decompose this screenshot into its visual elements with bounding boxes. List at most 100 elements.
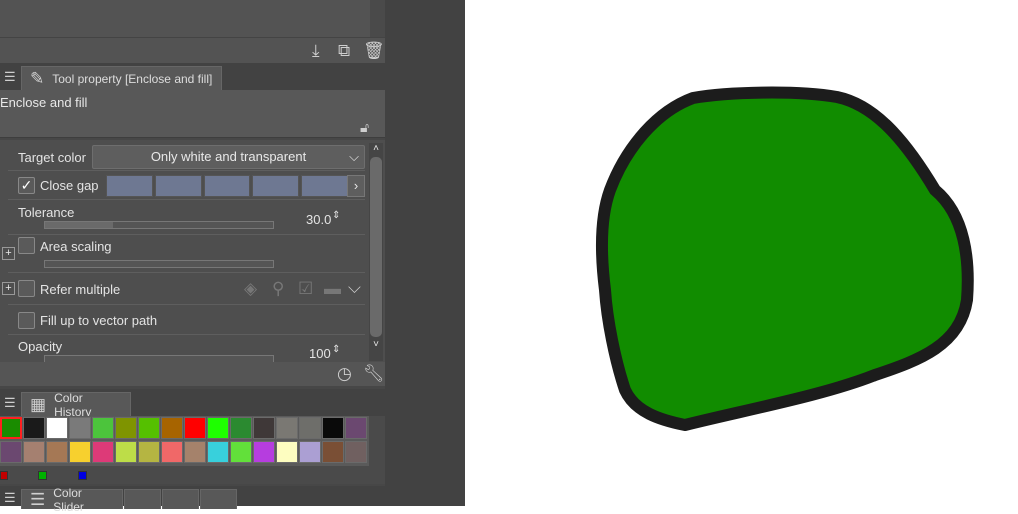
color-swatch[interactable] [322, 417, 344, 439]
tab-label: Color History [54, 391, 92, 419]
filled-region [596, 86, 974, 431]
gap-level-2[interactable] [154, 175, 202, 197]
area-scaling-slider[interactable] [44, 260, 274, 268]
menu-icon[interactable]: ☰ [4, 393, 16, 413]
unlock-icon[interactable]: 🔓︎ [360, 117, 369, 137]
color-swatch[interactable] [299, 417, 321, 439]
color-swatch[interactable] [138, 417, 160, 439]
close-gap-label: Close gap [40, 178, 99, 193]
color-swatch[interactable] [115, 417, 137, 439]
timer-icon[interactable]: ◷ [337, 364, 352, 384]
duplicate-icon[interactable]: ⧉ [338, 41, 350, 61]
expand-icon[interactable]: + [2, 282, 15, 295]
color-history-scrollbar[interactable] [369, 416, 385, 466]
properties-scrollbar[interactable]: ˄ ˅ [369, 143, 383, 361]
trash-icon[interactable]: 🗑 [363, 41, 385, 61]
color-swatch[interactable] [184, 417, 206, 439]
folder-icon[interactable]: ▬ [324, 279, 341, 299]
scrollbar-thumb[interactable] [370, 157, 382, 337]
tolerance-label: Tolerance [18, 205, 75, 220]
color-swatch[interactable] [322, 441, 344, 463]
spin-icon[interactable]: ⇕ [332, 210, 340, 221]
rgb-indicator-row [0, 466, 385, 484]
color-swatch[interactable] [207, 417, 229, 439]
wrench-icon[interactable]: 🔧︎ [363, 364, 385, 384]
color-swatch[interactable] [69, 417, 91, 439]
color-swatch[interactable] [23, 441, 45, 463]
color-swatch[interactable] [92, 417, 114, 439]
tolerance-slider[interactable] [44, 221, 274, 229]
reference-layer-icon[interactable]: ⚲ [272, 279, 284, 299]
tab-color-set[interactable] [124, 489, 161, 509]
slider-icon: ☰ [30, 489, 46, 509]
color-swatch[interactable] [276, 417, 298, 439]
chevron-right-icon[interactable]: › [347, 175, 365, 197]
blue-indicator [78, 471, 87, 480]
spin-icon[interactable]: ⇕ [332, 344, 340, 355]
color-swatch[interactable] [46, 417, 68, 439]
fill-vector-row: Fill up to vector path [8, 306, 365, 335]
color-swatch[interactable] [161, 417, 183, 439]
close-gap-row: ✓ Close gap › [8, 172, 365, 200]
color-swatch[interactable] [161, 441, 183, 463]
tab-label: Color Slider [53, 485, 84, 514]
layers-icon[interactable]: ◈ [244, 279, 257, 299]
color-history-tabbar: ☰ ▦ Color History [0, 389, 385, 419]
selected-layer-icon[interactable]: ☑ [298, 279, 313, 299]
tab-color-slider[interactable]: ☰ Color Slider [21, 486, 123, 514]
property-footer: ◷ 🔧︎ [0, 362, 385, 386]
color-swatch[interactable] [345, 441, 367, 463]
color-swatch[interactable] [92, 441, 114, 463]
red-indicator [0, 471, 8, 480]
area-scaling-label: Area scaling [40, 239, 112, 254]
tab-color-history[interactable]: ▦ Color History [21, 391, 131, 419]
target-color-value: Only white and transparent [150, 149, 307, 164]
opacity-value[interactable]: 100 [309, 346, 331, 361]
color-swatch[interactable] [276, 441, 298, 463]
color-swatch[interactable] [253, 417, 275, 439]
color-swatch[interactable] [46, 441, 68, 463]
color-swatch[interactable] [207, 441, 229, 463]
refer-multiple-checkbox[interactable] [18, 280, 35, 297]
color-swatch[interactable] [184, 441, 206, 463]
tolerance-value[interactable]: 30.0 [306, 212, 331, 227]
fill-vector-checkbox[interactable] [18, 312, 35, 329]
target-color-dropdown[interactable]: Only white and transparent ⌵ [92, 145, 365, 169]
canvas[interactable] [465, 0, 1018, 506]
color-swatch[interactable] [115, 441, 137, 463]
color-swatch[interactable] [230, 417, 252, 439]
color-slider-tabbar: ☰ ☰ Color Slider [0, 486, 385, 514]
color-swatch[interactable] [0, 417, 22, 439]
opacity-row: Opacity 100 ⇕ [8, 336, 365, 363]
tab-approximate-color[interactable] [200, 489, 237, 509]
gap-level-4[interactable] [252, 175, 300, 197]
close-gap-checkbox[interactable]: ✓ [18, 177, 35, 194]
color-swatch[interactable] [253, 441, 275, 463]
layer-scrollbar[interactable] [370, 0, 385, 37]
tab-intermediate-color[interactable] [162, 489, 199, 509]
expand-icon[interactable]: + [2, 247, 15, 260]
gap-level-1[interactable] [106, 175, 153, 197]
color-swatch[interactable] [345, 417, 367, 439]
chevron-down-icon[interactable]: ⌵ [348, 278, 361, 298]
properties-list: Target color Only white and transparent … [0, 140, 385, 363]
close-gap-levels[interactable] [106, 175, 348, 197]
color-swatch[interactable] [23, 417, 45, 439]
import-icon[interactable]: ⤓ [312, 41, 320, 61]
color-swatch[interactable] [299, 441, 321, 463]
menu-icon[interactable]: ☰ [4, 67, 16, 87]
opacity-label: Opacity [18, 339, 63, 354]
gap-level-3[interactable] [203, 175, 251, 197]
color-swatch[interactable] [0, 441, 22, 463]
tab-tool-property[interactable]: ✎ Tool property [Enclose and fill] [21, 66, 222, 91]
gap-level-5[interactable] [301, 175, 348, 197]
fill-vector-label: Fill up to vector path [40, 313, 158, 328]
area-scaling-checkbox[interactable] [18, 237, 35, 254]
menu-icon[interactable]: ☰ [4, 488, 16, 508]
subtool-header: Enclose and fill 🔓︎ [0, 90, 385, 138]
tool-settings-icon: ✎ [30, 69, 45, 88]
layer-list-area [0, 0, 370, 37]
color-swatch[interactable] [138, 441, 160, 463]
color-swatch[interactable] [69, 441, 91, 463]
color-swatch[interactable] [230, 441, 252, 463]
